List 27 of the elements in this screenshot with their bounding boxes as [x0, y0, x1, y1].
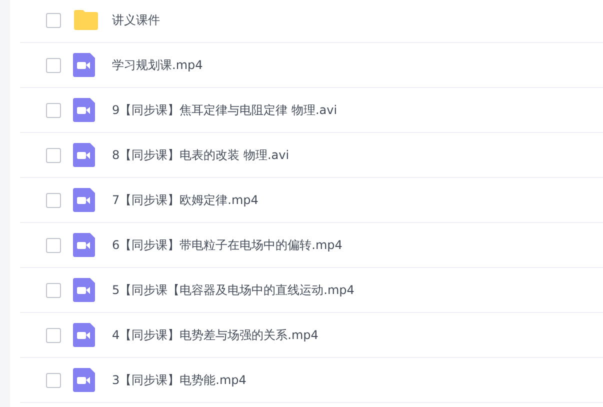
video-file-icon: [73, 98, 95, 122]
checkbox[interactable]: [46, 148, 61, 162]
checkbox[interactable]: [46, 282, 61, 298]
video-file-icon: [73, 143, 95, 167]
video-file-icon: [73, 323, 95, 347]
file-name[interactable]: 6【同步课】带电粒子在电场中的偏转.mp4: [112, 236, 342, 254]
checkbox[interactable]: [46, 12, 61, 28]
checkbox[interactable]: [46, 238, 61, 252]
video-file-icon: [73, 278, 95, 302]
checkbox[interactable]: [46, 328, 61, 342]
file-name[interactable]: 8【同步课】电表的改装 物理.avi: [112, 146, 290, 164]
checkbox[interactable]: [46, 58, 61, 72]
video-file-icon: [73, 188, 95, 212]
file-name[interactable]: 3【同步课】电势能.mp4: [112, 371, 246, 389]
checkbox[interactable]: [46, 372, 61, 388]
file-name[interactable]: 讲义课件: [112, 11, 160, 29]
video-file-icon: [73, 53, 95, 77]
file-name[interactable]: 4【同步课】电势差与场强的关系.mp4: [112, 326, 318, 344]
checkbox[interactable]: [46, 192, 61, 208]
folder-icon: [73, 9, 99, 31]
checkbox[interactable]: [46, 102, 61, 118]
file-name[interactable]: 5【同步课【电容器及电场中的直线运动.mp4: [112, 281, 354, 299]
file-name[interactable]: 7【同步课】欧姆定律.mp4: [112, 191, 258, 209]
file-name[interactable]: 学习规划课.mp4: [112, 56, 203, 74]
video-file-icon: [73, 368, 95, 392]
file-name[interactable]: 9【同步课】焦耳定律与电阻定律 物理.avi: [112, 101, 338, 119]
video-file-icon: [73, 233, 95, 257]
